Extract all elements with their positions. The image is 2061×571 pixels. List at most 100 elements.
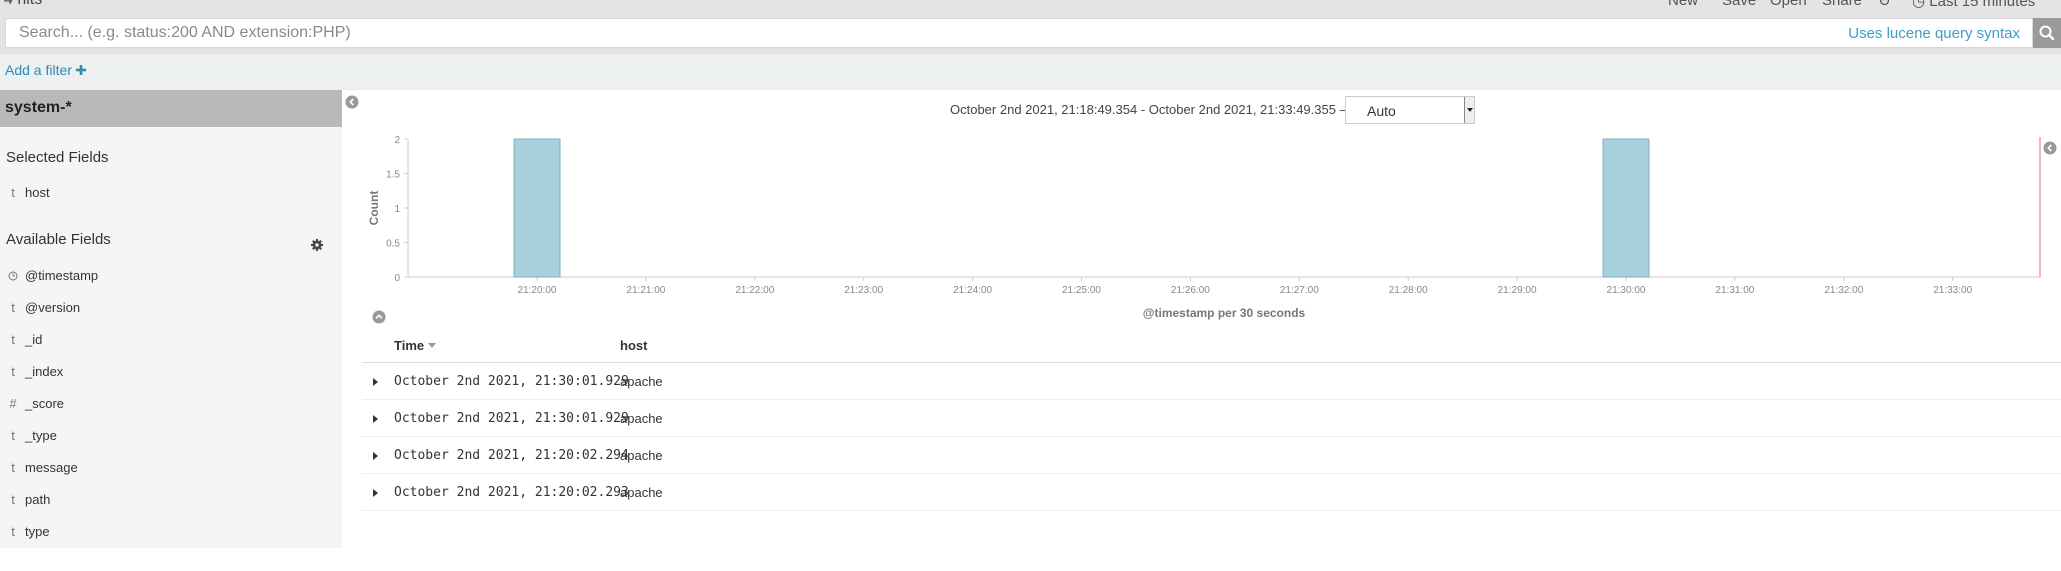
string-type-icon: t	[11, 364, 15, 379]
share-button[interactable]: Share	[1822, 0, 1862, 9]
index-pattern-selector[interactable]: system-*	[0, 90, 342, 127]
new-button[interactable]: New	[1668, 0, 1698, 9]
y-tick-label: 1.5	[386, 170, 400, 181]
expand-row-icon[interactable]	[373, 452, 378, 460]
table-row[interactable]: October 2nd 2021, 21:30:01.929 apache	[362, 400, 2061, 437]
y-tick-label: 0.5	[386, 239, 400, 250]
host-cell: apache	[620, 411, 663, 426]
string-type-icon: t	[11, 300, 15, 315]
x-tick-label: 21:21:00	[626, 285, 665, 296]
string-type-icon: t	[11, 185, 15, 200]
available-field-index[interactable]: t _index	[0, 360, 342, 384]
gear-icon[interactable]	[310, 238, 324, 252]
x-tick-label: 21:22:00	[735, 285, 774, 296]
string-type-icon: t	[11, 428, 15, 443]
x-tick-label: 21:33:00	[1933, 285, 1972, 296]
available-field-version[interactable]: t @version	[0, 296, 342, 320]
x-tick-label: 21:27:00	[1280, 285, 1319, 296]
interval-select[interactable]: Auto	[1345, 96, 1475, 124]
string-type-icon: t	[11, 492, 15, 507]
search-button[interactable]	[2033, 18, 2061, 48]
host-column-header[interactable]: host	[620, 338, 647, 353]
available-fields-heading: Available Fields	[6, 231, 111, 248]
string-type-icon: t	[11, 332, 15, 347]
time-picker[interactable]: ◷ Last 15 minutes	[1912, 0, 2035, 10]
x-tick-label: 21:25:00	[1062, 285, 1101, 296]
available-field-type[interactable]: t type	[0, 520, 342, 544]
y-tick-label: 2	[394, 135, 400, 146]
histogram-bar	[513, 138, 561, 278]
table-row[interactable]: October 2nd 2021, 21:20:02.293 apache	[362, 474, 2061, 511]
y-tick-label: 0	[394, 273, 400, 284]
plus-icon	[75, 65, 86, 75]
string-type-icon: t	[11, 460, 15, 475]
collapse-histogram-icon[interactable]	[372, 310, 386, 324]
x-tick-label: 21:20:00	[518, 285, 557, 296]
field-name: type	[25, 524, 50, 539]
field-name: _id	[25, 332, 43, 347]
expand-row-icon[interactable]	[373, 489, 378, 497]
field-name: path	[25, 492, 51, 507]
chevron-down-icon	[1464, 97, 1474, 123]
save-button[interactable]: Save	[1722, 0, 1756, 9]
collapse-chart-right-icon[interactable]	[2043, 141, 2057, 155]
field-name: @version	[25, 300, 81, 315]
number-type-icon: #	[9, 396, 17, 411]
histogram-chart: 0 0.5 1 1.5 2 21:20:00 21:21:00 21:22:00 21:23:0…	[367, 135, 2041, 320]
available-field-timestamp[interactable]: @timestamp	[0, 264, 342, 288]
clock-icon	[8, 271, 18, 281]
available-field-message[interactable]: t message	[0, 456, 342, 480]
field-name: _score	[25, 396, 65, 411]
expand-row-icon[interactable]	[373, 378, 378, 386]
field-name: @timestamp	[25, 268, 99, 283]
collapse-sidebar-icon[interactable]	[345, 95, 359, 109]
x-tick-label: 21:30:00	[1607, 285, 1646, 296]
available-field-path[interactable]: t path	[0, 488, 342, 512]
available-field-type-underscore[interactable]: t _type	[0, 424, 342, 448]
expand-row-icon[interactable]	[373, 415, 378, 423]
table-row[interactable]: October 2nd 2021, 21:30:01.929 apache	[362, 363, 2061, 400]
lucene-syntax-link[interactable]: Uses lucene query syntax	[1848, 25, 2020, 42]
field-sidebar: system-* Selected Fields t host Availabl…	[0, 90, 342, 548]
field-name: host	[25, 185, 50, 200]
x-tick-label: 21:31:00	[1715, 285, 1754, 296]
y-tick-label: 1	[394, 204, 400, 215]
y-axis-label: Count	[367, 191, 381, 226]
histogram-bar	[1602, 138, 1650, 278]
host-cell: apache	[620, 374, 663, 389]
field-name: message	[25, 460, 78, 475]
x-tick-label: 21:28:00	[1389, 285, 1428, 296]
interval-value: Auto	[1367, 103, 1396, 119]
string-type-icon: t	[11, 524, 15, 539]
search-input[interactable]	[6, 19, 1806, 47]
x-tick-label: 21:29:00	[1498, 285, 1537, 296]
host-cell: apache	[620, 448, 663, 463]
x-tick-label: 21:23:00	[844, 285, 883, 296]
field-name: _type	[25, 428, 57, 443]
time-range-label: October 2nd 2021, 21:18:49.354 - October…	[950, 102, 1353, 117]
x-tick-label: 21:24:00	[953, 285, 992, 296]
add-filter-label: Add a filter	[5, 62, 72, 78]
available-field-score[interactable]: # _score	[0, 392, 342, 416]
table-row[interactable]: October 2nd 2021, 21:20:02.294 apache	[362, 437, 2061, 474]
selected-field-host[interactable]: t host	[0, 181, 342, 205]
x-tick-label: 21:32:00	[1824, 285, 1863, 296]
time-picker-label: Last 15 minutes	[1929, 0, 2036, 10]
index-pattern-name: system-*	[5, 99, 72, 116]
time-cell: October 2nd 2021, 21:20:02.294	[394, 448, 629, 463]
hits-count: 4 hits	[4, 0, 42, 9]
sort-down-icon[interactable]	[427, 343, 436, 349]
time-cell: October 2nd 2021, 21:30:01.929	[394, 411, 629, 426]
refresh-icon[interactable]: ↻	[1878, 0, 1891, 10]
available-field-id[interactable]: t _id	[0, 328, 342, 352]
time-column-header[interactable]: Time	[394, 338, 436, 353]
time-cell: October 2nd 2021, 21:20:02.293	[394, 485, 629, 500]
x-axis-label: @timestamp per 30 seconds	[1143, 306, 1306, 320]
open-button[interactable]: Open	[1770, 0, 1807, 9]
host-cell: apache	[620, 485, 663, 500]
search-icon	[2039, 25, 2055, 41]
field-name: _index	[25, 364, 64, 379]
x-tick-label: 21:26:00	[1171, 285, 1210, 296]
add-filter-link[interactable]: Add a filter	[5, 62, 86, 78]
search-box: Uses lucene query syntax	[5, 18, 2033, 48]
